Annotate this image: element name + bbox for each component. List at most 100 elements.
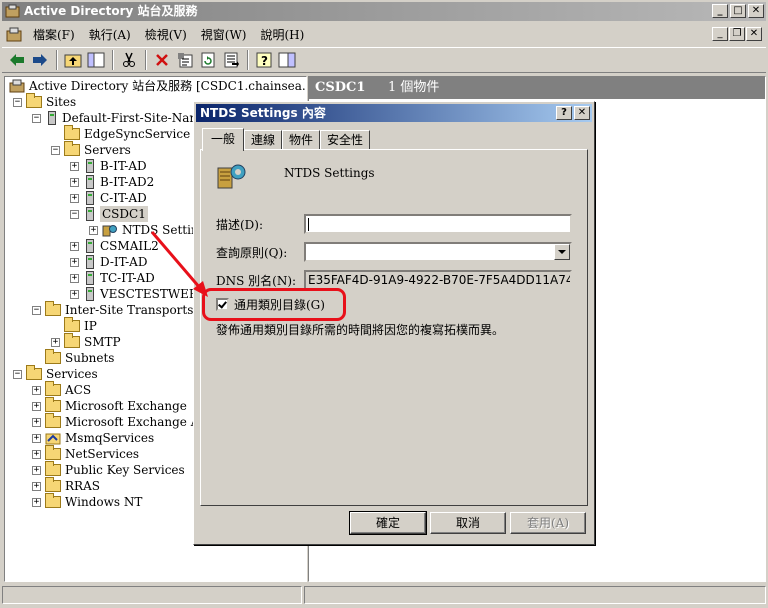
app-menu-icon[interactable] [6, 27, 22, 43]
tree-item-edgesync[interactable]: EdgeSyncService [64, 125, 190, 142]
tree-item-subnets[interactable]: Subnets [45, 349, 114, 366]
expand-icon[interactable]: + [70, 161, 79, 171]
up-one-level-button[interactable] [62, 49, 84, 71]
tree-item-default-site[interactable]: − Default-First-Site-Name [32, 110, 208, 126]
collapse-icon[interactable]: − [32, 305, 41, 315]
properties-button[interactable] [174, 49, 196, 71]
dialog-help-button[interactable]: ? [556, 106, 572, 120]
cut-button[interactable] [118, 49, 140, 71]
expand-icon[interactable]: + [70, 289, 79, 299]
status-segment [304, 586, 766, 604]
tab-security[interactable]: 安全性 [320, 130, 371, 150]
tree-item-ip[interactable]: IP [64, 317, 97, 334]
query-policy-select[interactable] [304, 242, 572, 262]
expand-icon[interactable]: + [70, 193, 79, 203]
close-button[interactable]: ✕ [748, 4, 764, 18]
description-label: 描述(D): [216, 218, 264, 232]
menu-window[interactable]: 視窗(W) [194, 25, 254, 45]
expand-icon[interactable]: + [32, 481, 41, 491]
expand-icon[interactable]: + [32, 449, 41, 459]
expand-icon[interactable]: + [32, 417, 41, 427]
expand-icon[interactable]: + [89, 225, 98, 235]
mdi-close-button[interactable]: ✕ [746, 27, 762, 41]
tree-item-service[interactable]: + Public Key Services [32, 461, 185, 478]
back-button[interactable] [6, 49, 28, 71]
tab-general[interactable]: 一般 [202, 128, 245, 151]
tree-item-server[interactable]: + VESCTESTWEB [70, 286, 198, 302]
expand-icon[interactable]: + [70, 273, 79, 283]
export-list-button[interactable] [220, 49, 242, 71]
delete-x-icon [156, 54, 168, 66]
dns-alias-field[interactable]: E35FAF4D-91A9-4922-B70E-7F5A4DD11A74._ms… [304, 270, 572, 290]
console-tree-icon [87, 52, 105, 68]
tree-item-server[interactable]: + TC-IT-AD [70, 270, 155, 286]
expand-icon[interactable]: + [70, 257, 79, 267]
menu-view[interactable]: 檢視(V) [138, 25, 194, 45]
tab-object[interactable]: 物件 [282, 130, 321, 150]
expand-icon[interactable]: + [70, 241, 79, 251]
collapse-icon[interactable]: − [70, 209, 79, 219]
tree-item-service[interactable]: + NetServices [32, 445, 139, 462]
tree-root[interactable]: Active Directory 站台及服務 [CSDC1.chainsea.c… [9, 78, 306, 94]
menu-help[interactable]: 說明(H) [253, 25, 311, 45]
tree-item-server[interactable]: + D-IT-AD [70, 254, 147, 270]
global-catalog-description: 發佈通用類別目錄所需的時間將因您的複寫拓樸而異。 [216, 323, 505, 337]
expand-icon[interactable]: + [32, 385, 41, 395]
tree-item-inter-site[interactable]: − Inter-Site Transports [32, 301, 194, 318]
show-hide-action-pane-button[interactable] [276, 49, 298, 71]
tree-item-smtp[interactable]: + SMTP [51, 333, 121, 350]
expand-icon[interactable]: + [70, 177, 79, 187]
tree-item-sites[interactable]: − Sites [13, 93, 77, 110]
collapse-icon[interactable]: − [13, 97, 22, 107]
tab-connections[interactable]: 連線 [244, 130, 283, 150]
collapse-icon[interactable]: − [32, 113, 41, 123]
tree-item-service[interactable]: + ACS [32, 381, 91, 398]
tree-label: IP [84, 319, 97, 333]
server-icon [86, 239, 94, 253]
tree-item-service[interactable]: + RRAS [32, 477, 100, 494]
cancel-button[interactable]: 取消 [430, 512, 506, 534]
tree-item-service[interactable]: + Microsoft Exchange [32, 397, 187, 414]
tree-item-service[interactable]: + MsmqServices [32, 430, 154, 446]
tree-item-service[interactable]: + Windows NT [32, 493, 142, 510]
expand-icon[interactable]: + [32, 497, 41, 507]
help-button[interactable]: ? [253, 49, 275, 71]
minimize-button[interactable]: _ [712, 4, 728, 18]
window-title: Active Directory 站台及服務 [24, 4, 198, 18]
tree-item-server[interactable]: + CSMAIL2 [70, 238, 159, 254]
refresh-button[interactable] [197, 49, 219, 71]
folder-icon [45, 413, 61, 428]
show-hide-tree-button[interactable] [85, 49, 107, 71]
ok-button[interactable]: 確定 [349, 511, 427, 535]
tree-label: Inter-Site Transports [65, 303, 194, 317]
tree-label: Sites [46, 95, 77, 109]
maximize-button[interactable]: □ [730, 4, 746, 18]
menu-file[interactable]: 檔案(F) [26, 25, 82, 45]
delete-button[interactable] [151, 49, 173, 71]
tree-item-server-selected[interactable]: − CSDC1 [70, 206, 148, 222]
collapse-icon[interactable]: − [51, 145, 60, 155]
tree-item-services[interactable]: − Services [13, 365, 98, 382]
expand-icon[interactable]: + [51, 337, 60, 347]
forward-button[interactable] [29, 49, 51, 71]
folder-icon [26, 93, 42, 108]
tree-item-server[interactable]: + B-IT-AD2 [70, 174, 154, 190]
tree-item-server[interactable]: + B-IT-AD [70, 158, 147, 174]
tree-item-servers[interactable]: − Servers [51, 141, 131, 158]
mdi-restore-button[interactable]: ❐ [729, 27, 745, 41]
tree-item-server[interactable]: + C-IT-AD [70, 190, 147, 206]
toolbar-separator [112, 50, 114, 70]
expand-icon[interactable]: + [32, 433, 41, 443]
folder-icon [45, 477, 61, 492]
dialog-close-button[interactable]: ✕ [574, 106, 590, 120]
dropdown-arrow-icon[interactable] [554, 244, 570, 260]
apply-button[interactable]: 套用(A) [510, 512, 586, 534]
menu-action[interactable]: 執行(A) [82, 25, 138, 45]
expand-icon[interactable]: + [32, 401, 41, 411]
description-input[interactable] [304, 214, 572, 234]
tree-label: Microsoft Exchange [65, 399, 187, 413]
collapse-icon[interactable]: − [13, 369, 22, 379]
mdi-minimize-button[interactable]: _ [712, 27, 728, 41]
query-policy-label: 查詢原則(Q): [216, 246, 288, 260]
expand-icon[interactable]: + [32, 465, 41, 475]
